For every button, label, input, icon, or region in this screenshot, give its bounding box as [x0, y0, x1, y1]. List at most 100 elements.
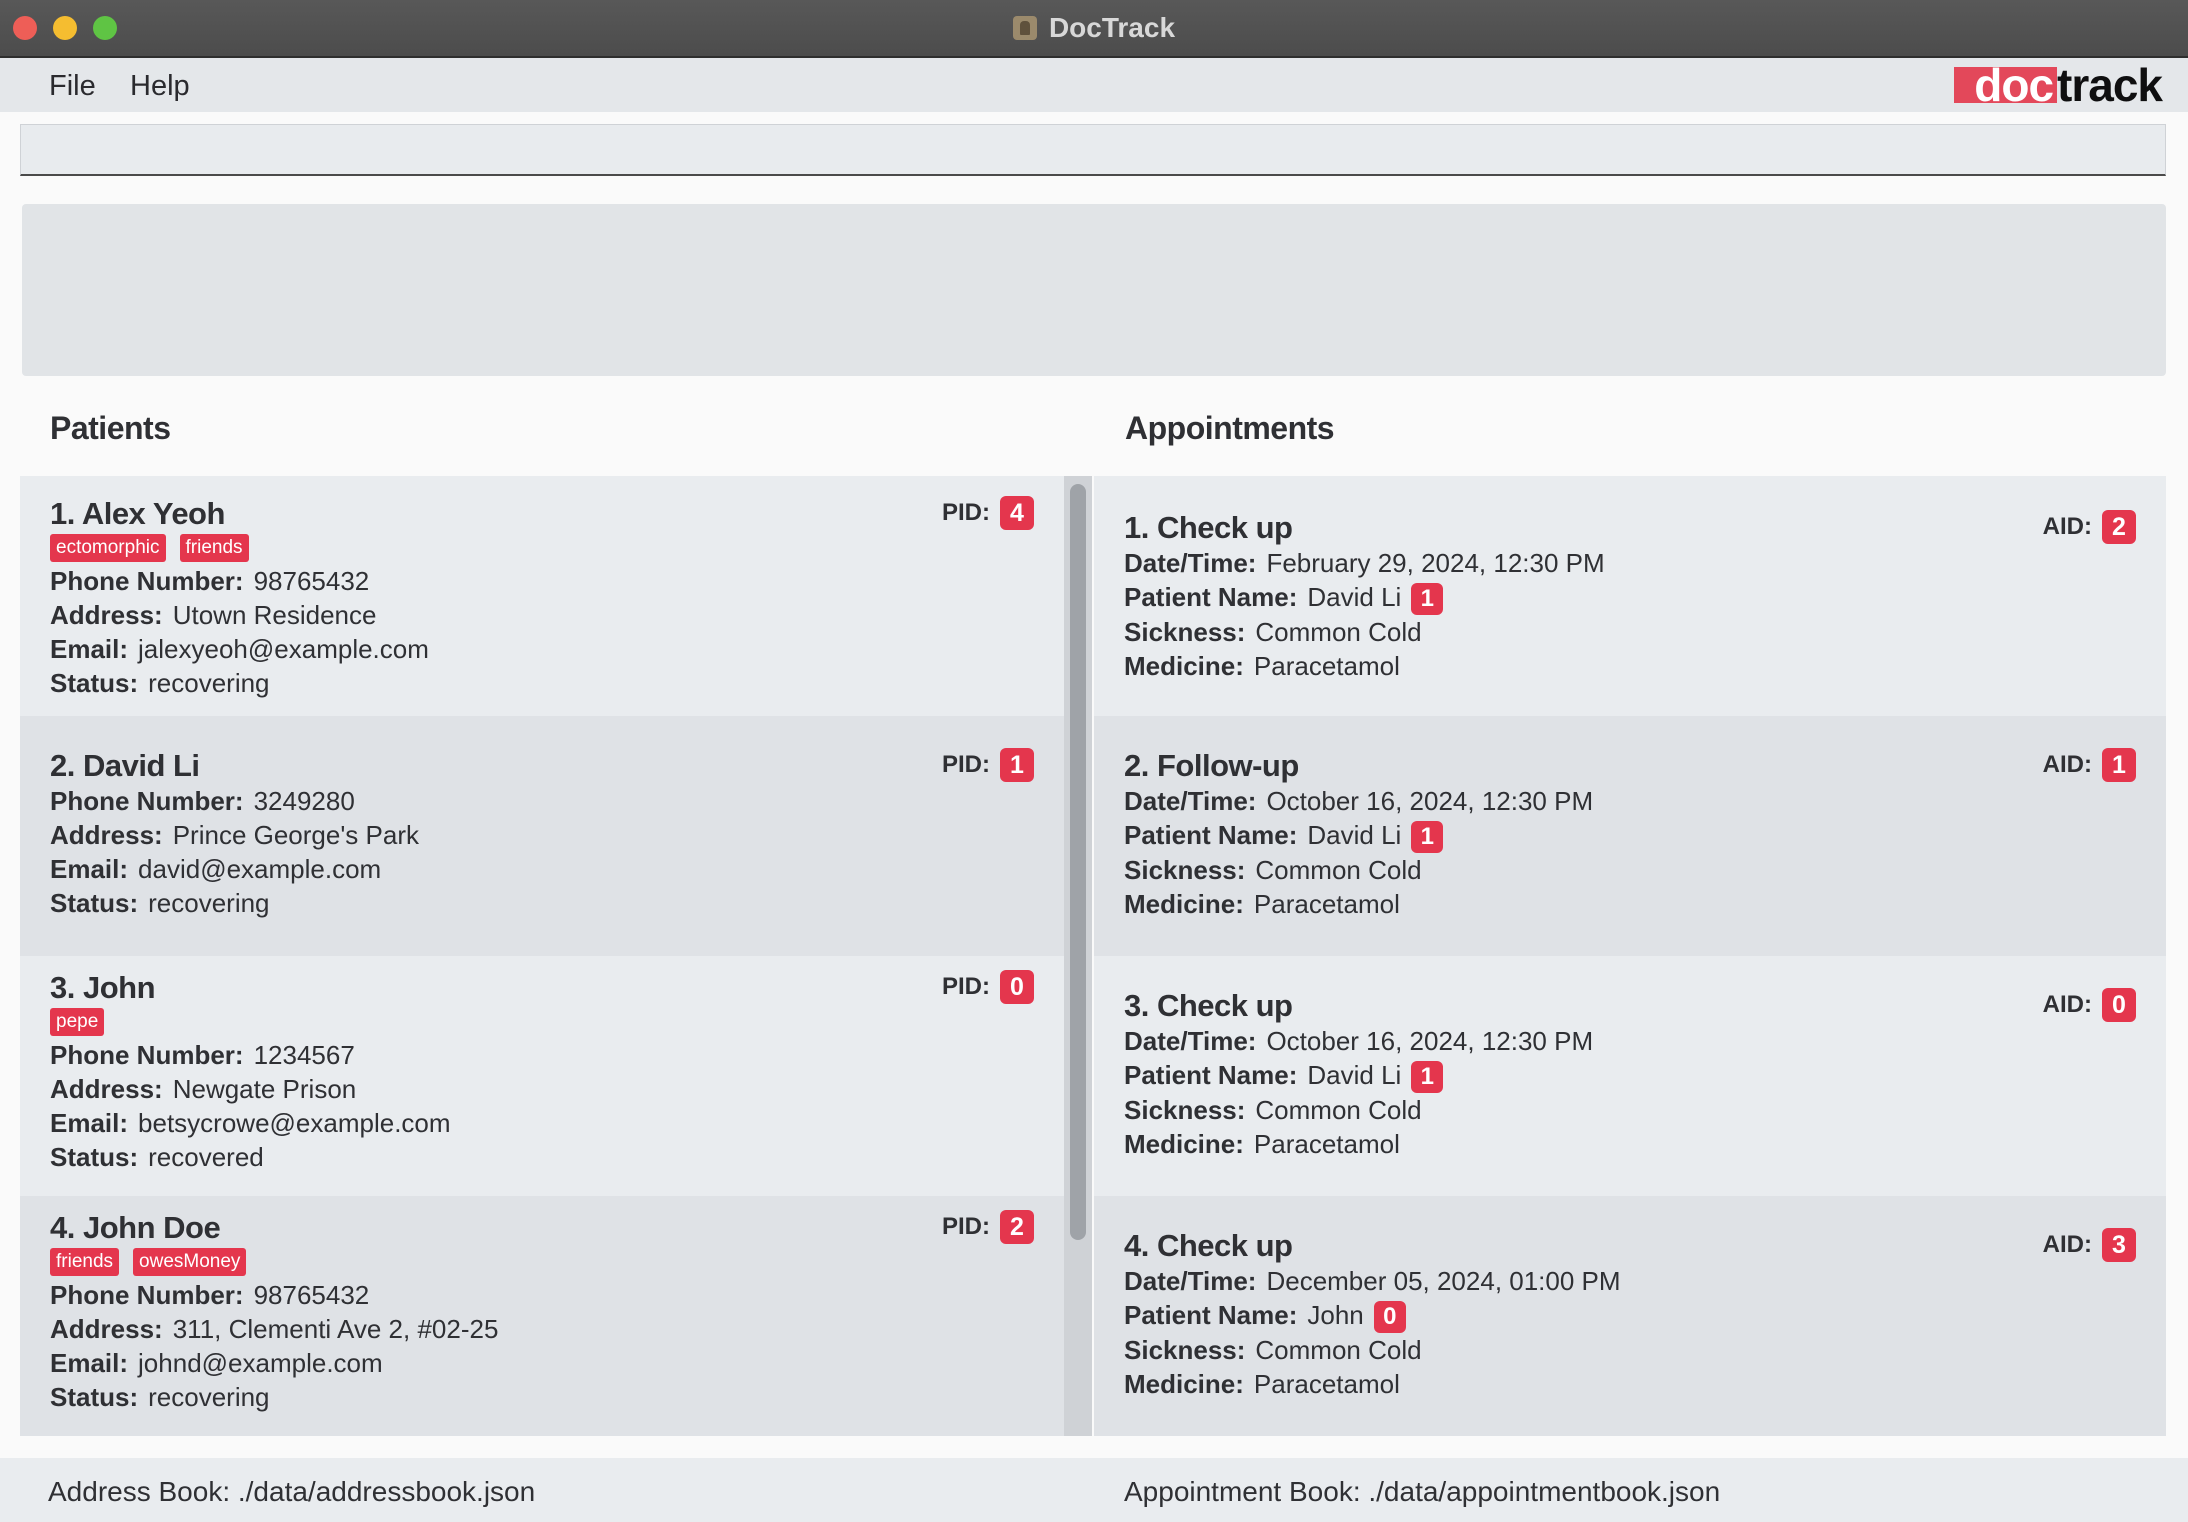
pid-badge: 4 [1000, 496, 1034, 530]
email-label: Email: [50, 854, 129, 884]
phone-value: 1234567 [253, 1040, 355, 1070]
sickness-row: Sickness: Common Cold [1124, 1333, 2166, 1367]
pid-label: PID: [942, 499, 990, 526]
sickness-row: Sickness: Common Cold [1124, 853, 2166, 887]
email-label: Email: [50, 634, 129, 664]
status-row: Status: recovering [50, 886, 1064, 920]
medicine-row: Medicine: Paracetamol [1124, 1127, 2166, 1161]
appointment-id: AID: 0 [2043, 988, 2136, 1022]
appointment-title: 3. Check up [1124, 988, 1293, 1023]
medicine-label: Medicine: [1124, 1369, 1244, 1400]
patient-name-row: Patient Name: David Li 1 [1124, 818, 2166, 854]
patient-name-value: David Li [1307, 1060, 1402, 1090]
medicine-value: Paracetamol [1253, 1129, 1400, 1160]
patient-id-badge: 1 [1411, 821, 1444, 854]
patient-list[interactable]: 1. Alex Yeoh PID: 4 ectomorphic friends … [20, 476, 1064, 1436]
sickness-label: Sickness: [1124, 1335, 1246, 1366]
address-label: Address: [50, 600, 163, 630]
patient-list-scroll-thumb[interactable] [1070, 484, 1086, 1240]
patient-card[interactable]: 1. Alex Yeoh PID: 4 ectomorphic friends … [20, 476, 1064, 716]
patient-tags: friends owesMoney [50, 1248, 1064, 1278]
aid-badge: 0 [2102, 988, 2136, 1022]
appointment-id: AID: 2 [2043, 510, 2136, 544]
status-value: recovering [148, 668, 270, 698]
datetime-label: Date/Time: [1124, 1266, 1257, 1296]
tag: friends [50, 1248, 120, 1276]
pid-label: PID: [942, 751, 990, 778]
appointment-card[interactable]: 2. Follow-up AID: 1 Date/Time: October 16… [1094, 716, 2166, 956]
patient-name-label: Patient Name: [1124, 820, 1298, 850]
patients-panel-title: Patients [50, 410, 171, 446]
patient-name: 3. John [50, 970, 156, 1005]
patient-name: 4. John Doe [50, 1210, 221, 1245]
aid-label: AID: [2042, 751, 2092, 778]
appointment-title: 1. Check up [1124, 510, 1293, 545]
medicine-label: Medicine: [1124, 1129, 1244, 1160]
patient-name-value: David Li [1307, 582, 1402, 612]
logo-doc-text: doc [1954, 62, 2058, 108]
aid-badge: 1 [2102, 748, 2136, 782]
command-input[interactable] [20, 124, 2166, 176]
email-label: Email: [50, 1348, 129, 1378]
pid-label: PID: [942, 1213, 990, 1240]
medicine-label: Medicine: [1124, 651, 1244, 682]
medicine-label: Medicine: [1124, 889, 1244, 920]
pid-label: PID: [942, 973, 990, 1000]
status-row: Status: recovering [50, 1380, 1064, 1414]
patient-name-row: Patient Name: John 0 [1124, 1298, 2166, 1334]
patient-id: PID: 0 [942, 970, 1034, 1004]
patient-card[interactable]: 4. John Doe PID: 2 friends owesMoney Pho… [20, 1196, 1064, 1436]
email-row: Email: betsycrowe@example.com [50, 1106, 1064, 1140]
appointment-book-path: Appointment Book: ./data/appointmentbook… [1124, 1476, 1721, 1507]
medicine-row: Medicine: Paracetamol [1124, 1367, 2166, 1401]
patient-name-value: David Li [1307, 820, 1402, 850]
patient-card[interactable]: 3. John PID: 0 pepe Phone Number: 1234567… [20, 956, 1064, 1196]
sickness-label: Sickness: [1124, 617, 1246, 648]
appointment-id: AID: 3 [2043, 1228, 2136, 1262]
phone-label: Phone Number: [50, 566, 244, 596]
datetime-value: October 16, 2024, 12:30 PM [1266, 1026, 1594, 1056]
patient-name-label: Patient Name: [1124, 1300, 1298, 1330]
address-row: Address: Prince George's Park [50, 818, 1064, 852]
medicine-row: Medicine: Paracetamol [1124, 649, 2166, 683]
phone-row: Phone Number: 1234567 [50, 1038, 1064, 1072]
menu-bar: File Help [0, 58, 2188, 112]
patient-name-label: Patient Name: [1124, 1060, 1298, 1090]
appointment-card[interactable]: 1. Check up AID: 2 Date/Time: February 29… [1094, 476, 2166, 716]
status-value: recovering [148, 1382, 270, 1412]
patient-card[interactable]: 2. David Li PID: 1 Phone Number: 3249280 … [20, 716, 1064, 956]
doctrack-logo: doc track [1954, 62, 2163, 108]
tag: pepe [50, 1008, 105, 1036]
menu-help[interactable]: Help [130, 70, 190, 103]
appointment-card[interactable]: 3. Check up AID: 0 Date/Time: October 16,… [1094, 956, 2166, 1196]
phone-row: Phone Number: 98765432 [50, 1278, 1064, 1312]
phone-label: Phone Number: [50, 1040, 244, 1070]
sickness-value: Common Cold [1255, 1335, 1422, 1366]
appointment-card[interactable]: 4. Check up AID: 3 Date/Time: December 05… [1094, 1196, 2166, 1436]
menu-file[interactable]: File [49, 70, 96, 103]
appointment-list[interactable]: 1. Check up AID: 2 Date/Time: February 29… [1094, 476, 2166, 1436]
window-titlebar: DocTrack [0, 0, 2188, 58]
appointment-title: 4. Check up [1124, 1228, 1293, 1263]
appointment-id: AID: 1 [2043, 748, 2136, 782]
datetime-value: February 29, 2024, 12:30 PM [1266, 548, 1605, 578]
address-label: Address: [50, 1074, 163, 1104]
appointments-panel-title: Appointments [1125, 410, 1335, 446]
email-label: Email: [50, 1108, 129, 1138]
patient-id: PID: 2 [942, 1210, 1034, 1244]
email-row: Email: jalexyeoh@example.com [50, 632, 1064, 666]
status-value: recovering [148, 888, 270, 918]
phone-value: 3249280 [253, 786, 355, 816]
address-label: Address: [50, 1314, 163, 1344]
patient-id-badge: 1 [1411, 583, 1444, 616]
patient-name-row: Patient Name: David Li 1 [1124, 1058, 2166, 1094]
email-value: betsycrowe@example.com [138, 1108, 451, 1138]
email-value: jalexyeoh@example.com [138, 634, 429, 664]
medicine-row: Medicine: Paracetamol [1124, 887, 2166, 921]
datetime-label: Date/Time: [1124, 1026, 1257, 1056]
sickness-row: Sickness: Common Cold [1124, 615, 2166, 649]
sickness-value: Common Cold [1255, 1095, 1422, 1126]
aid-label: AID: [2042, 513, 2092, 540]
datetime-row: Date/Time: October 16, 2024, 12:30 PM [1124, 784, 2166, 818]
phone-row: Phone Number: 3249280 [50, 784, 1064, 818]
